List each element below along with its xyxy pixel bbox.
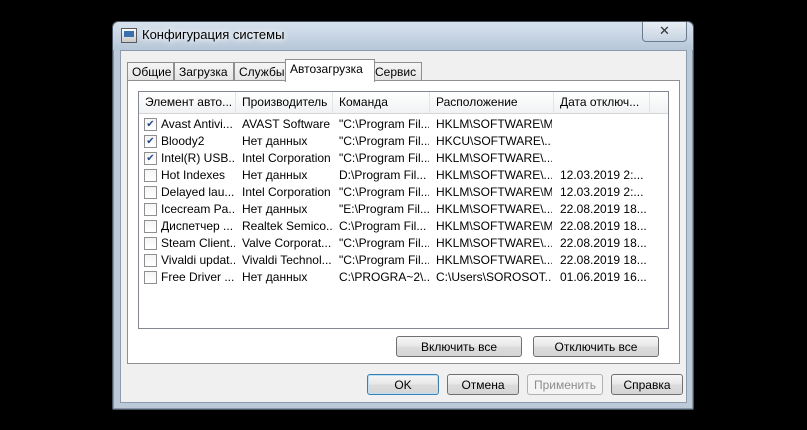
tab-services[interactable]: Службы: [234, 62, 290, 81]
row-checkbox[interactable]: ✔: [144, 118, 157, 131]
cell-date: 22.08.2019 18...: [560, 253, 647, 267]
row-checkbox[interactable]: [144, 237, 157, 250]
table-row[interactable]: ✔ Intel(R) USB... Intel Corporation "C:\Pro…: [139, 150, 668, 167]
cell-item: Hot Indexes: [161, 168, 226, 182]
close-icon: ✕: [659, 23, 670, 38]
apply-button[interactable]: Применить: [527, 374, 603, 395]
cell-date: 12.03.2019 2:...: [560, 185, 644, 199]
enable-all-button[interactable]: Включить все: [396, 336, 522, 357]
tab-tools[interactable]: Сервис: [370, 62, 422, 81]
cell-maker: Realtek Semico...: [242, 219, 332, 233]
cell-maker: Нет данных: [242, 134, 308, 148]
close-button[interactable]: ✕: [642, 22, 687, 42]
msconfig-app-icon: [121, 28, 137, 43]
cell-location: HKLM\SOFTWARE\M...: [436, 219, 552, 233]
column-header-filler: [650, 92, 668, 114]
startup-tab-panel: Элемент авто... Производитель Команда Ра…: [127, 80, 680, 364]
cell-date: 22.08.2019 18...: [560, 202, 647, 216]
cell-date: 22.08.2019 18...: [560, 219, 647, 233]
cell-command: "C:\Program Fil...: [339, 185, 429, 199]
cell-location: HKLM\SOFTWARE\...: [436, 253, 552, 267]
cell-maker: Vivaldi Technol...: [242, 253, 332, 267]
tab-startup[interactable]: Автозагрузка: [285, 59, 375, 82]
cell-item: Delayed lau...: [161, 185, 235, 199]
table-row[interactable]: Диспетчер ... Realtek Semico... C:\Program…: [139, 218, 668, 235]
cell-location: HKLM\SOFTWARE\M...: [436, 117, 552, 131]
cell-command: "C:\Program Fil...: [339, 151, 429, 165]
cell-location: HKLM\SOFTWARE\...: [436, 151, 552, 165]
row-checkbox[interactable]: [144, 271, 157, 284]
cell-command: C:\PROGRA~2\...: [339, 270, 429, 284]
cell-maker: Нет данных: [242, 168, 308, 182]
column-header-command[interactable]: Команда: [333, 92, 430, 114]
help-button[interactable]: Справка: [611, 374, 683, 395]
cell-location: C:\Users\SOROSOT...: [436, 270, 552, 284]
cell-location: HKLM\SOFTWARE\...: [436, 236, 552, 250]
cell-date: 22.08.2019 18...: [560, 236, 647, 250]
cell-command: "C:\Program Fil...: [339, 134, 429, 148]
cell-item: Bloody2: [161, 134, 205, 148]
row-checkbox[interactable]: [144, 203, 157, 216]
cell-item: Icecream Pa...: [161, 202, 235, 216]
list-header: Элемент авто... Производитель Команда Ра…: [139, 92, 668, 114]
row-checkbox[interactable]: ✔: [144, 135, 157, 148]
column-header-item[interactable]: Элемент авто...: [139, 92, 236, 114]
cell-command: "E:\Program Fil...: [339, 202, 429, 216]
cell-command: C:\Program Fil...: [339, 219, 427, 233]
cell-maker: Valve Corporat...: [242, 236, 332, 250]
table-row[interactable]: ✔ Bloody2 Нет данных "C:\Program Fil... HKCU…: [139, 133, 668, 150]
column-header-date-disabled[interactable]: Дата отключ...: [554, 92, 650, 114]
cell-item: Vivaldi updat...: [161, 253, 235, 267]
table-row[interactable]: Steam Client... Valve Corporat... "C:\Prog…: [139, 235, 668, 252]
cell-location: HKCU\SOFTWARE\...: [436, 134, 552, 148]
cell-maker: Нет данных: [242, 270, 308, 284]
row-checkbox[interactable]: [144, 169, 157, 182]
cell-command: D:\Program Fil...: [339, 168, 427, 182]
cell-location: HKLM\SOFTWARE\...: [436, 168, 552, 182]
table-row[interactable]: Icecream Pa... Нет данных "E:\Program Fil.…: [139, 201, 668, 218]
cell-item: Intel(R) USB...: [161, 151, 235, 165]
tab-general[interactable]: Общие: [127, 62, 174, 81]
column-header-manufacturer[interactable]: Производитель: [236, 92, 333, 114]
cell-maker: Intel Corporation: [242, 151, 331, 165]
dialog-body: Общие Загрузка Службы Автозагрузка Серви…: [120, 50, 687, 403]
cell-command: "C:\Program Fil...: [339, 236, 429, 250]
table-row[interactable]: Delayed lau... Intel Corporation "C:\Progr…: [139, 184, 668, 201]
startup-items-list[interactable]: Элемент авто... Производитель Команда Ра…: [138, 91, 669, 329]
title-bar[interactable]: Конфигурация системы ✕: [113, 22, 693, 50]
row-checkbox[interactable]: [144, 186, 157, 199]
row-checkbox[interactable]: [144, 254, 157, 267]
cell-date: 01.06.2019 16...: [560, 270, 647, 284]
table-row[interactable]: ✔ Avast Antivi... AVAST Software "C:\Progra…: [139, 116, 668, 133]
column-header-location[interactable]: Расположение: [430, 92, 554, 114]
cell-location: HKLM\SOFTWARE\...: [436, 202, 552, 216]
ok-button[interactable]: OK: [367, 374, 439, 395]
cell-command: "C:\Program Fil...: [339, 117, 429, 131]
disable-all-button[interactable]: Отключить все: [533, 336, 659, 357]
cancel-button[interactable]: Отмена: [447, 374, 519, 395]
cell-item: Avast Antivi...: [161, 117, 233, 131]
row-checkbox[interactable]: ✔: [144, 152, 157, 165]
cell-item: Steam Client...: [161, 236, 235, 250]
window-title: Конфигурация системы: [142, 27, 285, 42]
cell-date: 12.03.2019 2:...: [560, 168, 644, 182]
cell-item: Диспетчер ...: [161, 219, 234, 233]
system-config-window: Конфигурация системы ✕ Общие Загрузка Сл…: [112, 21, 694, 410]
cell-location: HKLM\SOFTWARE\M...: [436, 185, 552, 199]
cell-maker: Intel Corporation: [242, 185, 331, 199]
table-row[interactable]: Vivaldi updat... Vivaldi Technol... "C:\Pr…: [139, 252, 668, 269]
cell-item: Free Driver ...: [161, 270, 235, 284]
tab-boot[interactable]: Загрузка: [174, 62, 234, 81]
cell-maker: Нет данных: [242, 202, 308, 216]
cell-maker: AVAST Software: [242, 117, 331, 131]
row-checkbox[interactable]: [144, 220, 157, 233]
cell-command: "C:\Program Fil...: [339, 253, 429, 267]
table-row[interactable]: Hot Indexes Нет данных D:\Program Fil... HK…: [139, 167, 668, 184]
table-row[interactable]: Free Driver ... Нет данных C:\PROGRA~2\...…: [139, 269, 668, 286]
